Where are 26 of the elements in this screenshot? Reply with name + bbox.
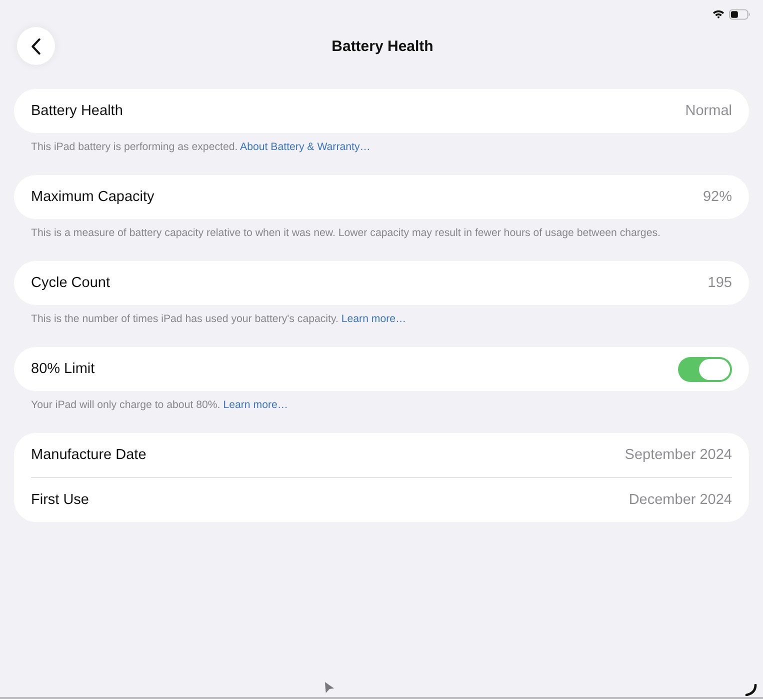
- footnote-link[interactable]: About Battery & Warranty…: [240, 141, 370, 153]
- row-value: Normal: [685, 103, 732, 119]
- chevron-left-icon: [31, 38, 41, 54]
- row-label: 80% Limit: [31, 361, 95, 377]
- wifi-icon: [712, 9, 725, 19]
- footnote-text: This is the number of times iPad has used your battery's capacity. Learn more…: [30, 312, 408, 326]
- pointer-cursor-icon: [324, 681, 335, 694]
- row-value: September 2024: [624, 447, 732, 463]
- row-label: Maximum Capacity: [31, 189, 154, 205]
- row-value: 92%: [702, 189, 732, 205]
- footnote-text: This is a measure of battery capacity relative to when it was new. Lower capacity may result in fewer hours of usage between charges.: [30, 226, 662, 240]
- battery-icon: [729, 8, 750, 20]
- toggle-switch[interactable]: [678, 356, 732, 382]
- row-value: 195: [708, 275, 732, 291]
- row-label: Cycle Count: [31, 275, 110, 291]
- row-label: Manufacture Date: [31, 447, 146, 463]
- footnote-text: Your iPad will only charge to about 80%. Learn more…: [30, 398, 289, 412]
- back-button[interactable]: [17, 27, 55, 65]
- footnote-link[interactable]: Learn more…: [223, 399, 288, 411]
- row-value: December 2024: [628, 492, 732, 508]
- page-title: Battery Health: [332, 38, 434, 54]
- row-label: First Use: [31, 492, 89, 508]
- footnote-text: This iPad battery is performing as expected. About Battery & Warranty…: [30, 140, 372, 154]
- row-label: Battery Health: [31, 103, 123, 119]
- corner-arc-icon: [745, 684, 757, 696]
- footnote-link[interactable]: Learn more…: [341, 313, 406, 325]
